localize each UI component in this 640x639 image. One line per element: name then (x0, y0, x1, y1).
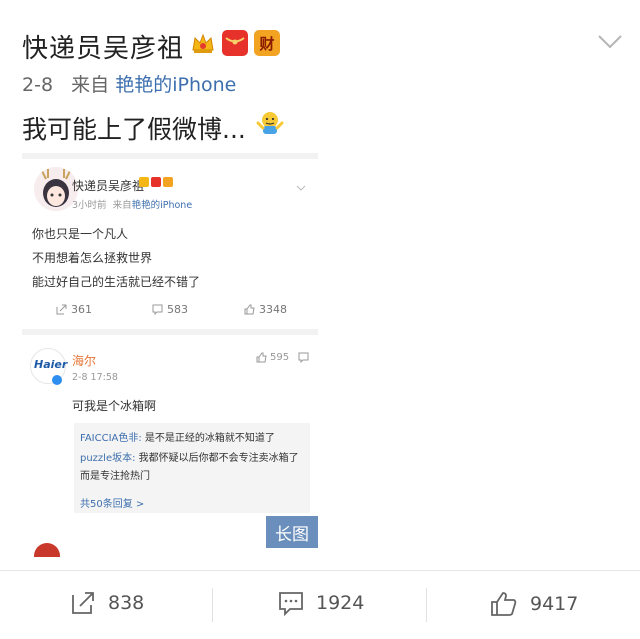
cai-icon (163, 177, 173, 187)
post-source-link[interactable]: 艳艳的iPhone (115, 74, 236, 96)
like-button[interactable]: 9417 (490, 590, 578, 618)
post-text: 我可能上了假微博... (22, 115, 246, 144)
cai-badge: 财 (254, 30, 280, 56)
embedded-source: 艳艳的iPhone (131, 200, 193, 211)
reply-line: 而是专注抢热门 (80, 467, 150, 482)
embedded-time: 3小时前 (72, 200, 107, 211)
shrug-emoji-icon (256, 108, 284, 136)
reply-icon (298, 352, 309, 363)
embedded-comment-count: 583 (167, 303, 188, 316)
embedded-meta: 3小时前 来自艳艳的iPhone (72, 197, 192, 211)
crown-icon (139, 177, 149, 187)
comment-time: 2-8 17:58 (72, 372, 118, 383)
embedded-username[interactable]: 快递员吴彦祖 (72, 177, 144, 194)
post-meta: 2-8 来自 艳艳的iPhone (22, 70, 236, 97)
reply-user: puzzle坂本: (80, 453, 136, 464)
verified-icon (52, 375, 62, 385)
chevron-down-icon[interactable] (595, 26, 625, 56)
reply-box: FAICCIA色非: 是不是正经的冰箱就不知道了 puzzle坂本: 我都怀疑以… (74, 423, 310, 513)
embedded-line: 你也只是一个凡人 (32, 227, 129, 241)
username[interactable]: 快递员吴彦祖 (22, 28, 184, 65)
red-packet-icon (222, 30, 248, 56)
repost-button[interactable]: 838 (70, 590, 144, 616)
embedded-like-count: 3348 (259, 303, 287, 316)
divider (426, 588, 427, 622)
embedded-line: 不用想着怎么拯救世界 (32, 251, 153, 265)
chevron-down-icon[interactable] (296, 177, 306, 191)
reply-line: FAICCIA色非: 是不是正经的冰箱就不知道了 (80, 429, 275, 444)
haier-logo-text: Haier (34, 358, 68, 371)
like-count: 9417 (530, 593, 579, 615)
comment-icon (152, 304, 163, 315)
like-icon (244, 304, 255, 315)
comment-like: 595 (256, 352, 309, 363)
embedded-repost: 361 (56, 303, 92, 316)
reply-text: 而是专注抢热门 (80, 471, 150, 482)
comment-like-count: 595 (270, 352, 290, 363)
reply-text: 是不是正经的冰箱就不知道了 (141, 433, 275, 444)
embedded-comment: 583 (152, 303, 188, 316)
like-icon (256, 352, 267, 363)
embedded-line: 能过好自己的生活就已经不错了 (32, 275, 201, 289)
reply-line: puzzle坂本: 我都怀疑以后你都不会专注卖冰箱了 (80, 449, 299, 464)
post-date: 2-8 (22, 74, 54, 96)
divider (212, 588, 213, 622)
embedded-badges (139, 177, 173, 187)
comment-username[interactable]: 海尔 (72, 352, 96, 369)
divider (22, 329, 318, 335)
source-prefix: 来自 (71, 74, 110, 96)
embedded-like: 3348 (244, 303, 287, 316)
repost-icon (72, 592, 94, 614)
reply-text: 我都怀疑以后你都不会专注卖冰箱了 (135, 453, 299, 464)
more-replies-link: 共50条回复 > (80, 499, 145, 510)
divider (22, 153, 318, 159)
embedded-repost-count: 361 (71, 303, 92, 316)
like-icon (491, 592, 517, 616)
long-image-screenshot[interactable]: 快递员吴彦祖 3小时前 来自艳艳的iPhone 你也只是一个凡人 不用想着怎么拯… (22, 153, 318, 550)
reply-user: FAICCIA色非: (80, 433, 142, 444)
comment-text: 可我是个冰箱啊 (72, 399, 157, 413)
repost-icon (56, 304, 67, 315)
comment-icon (279, 592, 303, 616)
crown-icon (190, 30, 216, 56)
long-image-badge[interactable]: 长图 (266, 516, 318, 548)
repost-count: 838 (108, 592, 145, 614)
comment-count: 1924 (316, 592, 365, 614)
comment-button[interactable]: 1924 (278, 590, 364, 616)
embedded-source-prefix: 来自 (112, 200, 132, 211)
red-packet-icon (151, 177, 161, 187)
